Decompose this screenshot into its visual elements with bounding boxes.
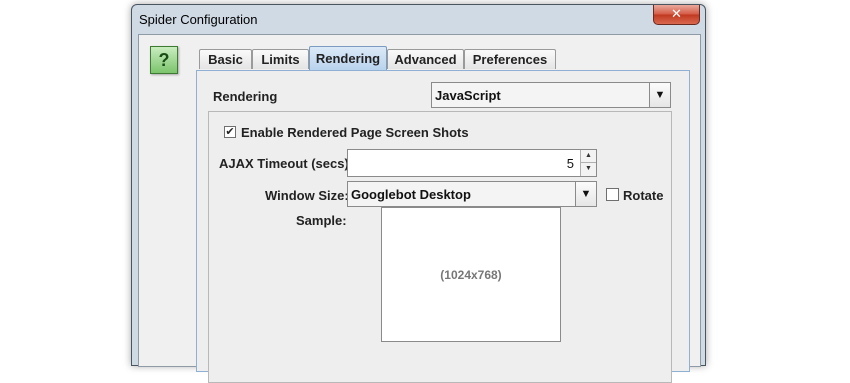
ajax-timeout-label: AJAX Timeout (secs): [219, 156, 354, 171]
spider-configuration-dialog: Spider Configuration ✕ ? Basic Limits Re… [131, 4, 706, 383]
rotate-checkbox[interactable] [606, 188, 619, 201]
screenshots-checkbox[interactable]: ✔ [224, 126, 236, 138]
window-size-label: Window Size: [265, 188, 349, 203]
rotate-label: Rotate [623, 188, 664, 203]
chevron-down-icon: ▼ [575, 182, 596, 206]
window-size-value: Googlebot Desktop [351, 187, 471, 202]
rendering-label: Rendering [213, 89, 278, 104]
chevron-down-icon: ▼ [649, 83, 670, 107]
help-icon: ? [158, 50, 170, 70]
tab-rendering[interactable]: Rendering [309, 46, 387, 70]
ajax-timeout-value: 5 [566, 156, 574, 171]
sample-size-text: (1024x768) [440, 267, 502, 282]
close-icon: ✕ [671, 6, 682, 21]
rendering-tab-panel: Rendering JavaScript ▼ ✔ Enable Rendered… [196, 70, 690, 383]
tab-limits[interactable]: Limits [252, 49, 309, 69]
rendering-options-group: ✔ Enable Rendered Page Screen Shots AJAX… [208, 111, 672, 383]
tab-basic[interactable]: Basic [199, 49, 252, 69]
window-title: Spider Configuration [139, 12, 258, 27]
window-size-select[interactable]: Googlebot Desktop ▼ [347, 181, 597, 207]
spin-up-icon[interactable]: ▲ [581, 150, 596, 163]
close-button[interactable]: ✕ [653, 5, 700, 25]
screenshots-label: Enable Rendered Page Screen Shots [241, 125, 469, 140]
help-button[interactable]: ? [150, 46, 178, 74]
spin-down-icon[interactable]: ▼ [581, 163, 596, 175]
sample-preview: (1024x768) [381, 207, 561, 342]
sample-label: Sample: [296, 213, 347, 228]
check-icon: ✔ [225, 126, 235, 138]
ajax-timeout-stepper[interactable]: ▲ ▼ [580, 150, 596, 176]
ajax-timeout-spinner[interactable]: 5 ▲ ▼ [347, 149, 597, 177]
tab-preferences[interactable]: Preferences [464, 49, 556, 69]
dialog-content: ? Basic Limits Rendering Advanced Prefer… [138, 34, 701, 383]
rendering-mode-select[interactable]: JavaScript ▼ [431, 82, 671, 108]
tab-advanced[interactable]: Advanced [387, 49, 464, 69]
rendering-mode-value: JavaScript [435, 88, 501, 103]
